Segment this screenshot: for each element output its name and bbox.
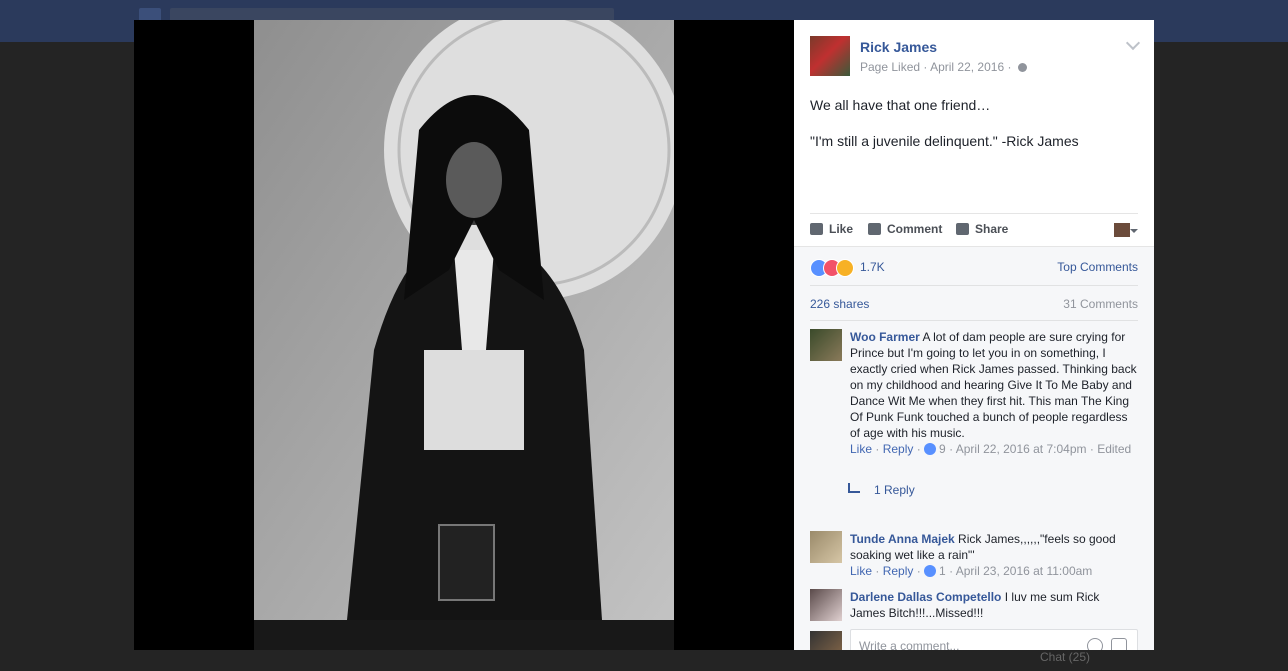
comment-item: Darlene Dallas Competello I luv me sum R… (810, 589, 1138, 625)
speech-bubble-icon (868, 223, 881, 235)
post-header: Rick James Page Liked · April 22, 2016 · (810, 35, 1141, 80)
comment-like-link[interactable]: Like (850, 442, 872, 456)
share-arrow-icon (956, 223, 969, 235)
thumbs-up-icon (810, 223, 823, 235)
view-replies-link[interactable]: 1 Reply (848, 483, 915, 497)
like-count-icon (924, 443, 937, 455)
haha-reaction-icon[interactable] (836, 259, 854, 277)
rick-james-photo-image (254, 20, 674, 650)
comment-input-placeholder: Write a comment... (859, 639, 960, 650)
reactions-row: 1.7K Top Comments (810, 259, 1138, 279)
caret-down-icon[interactable] (1130, 229, 1138, 233)
like-label: Like (829, 222, 854, 236)
commenter-name[interactable]: Darlene Dallas Competello (850, 590, 1001, 604)
comment-meta: Like · Reply · 1 · April 23, 2016 at 11:… (850, 564, 1093, 578)
commenter-name[interactable]: Tunde Anna Majek (850, 532, 955, 546)
shares-row: 226 shares 31 Comments (810, 285, 1138, 321)
comment-time[interactable]: April 23, 2016 at 11:00am (956, 564, 1093, 578)
reply-arrow-icon (848, 483, 860, 493)
photo-viewer (134, 20, 794, 650)
commenter-avatar[interactable] (810, 531, 842, 563)
comment-item: Woo Farmer A lot of dam people are sure … (810, 329, 1138, 509)
comment-text: A lot of dam people are sure crying for … (850, 330, 1137, 440)
comment-composer: Write a comment... (810, 629, 1138, 650)
comment-like-link[interactable]: Like (850, 564, 872, 578)
like-count-icon (924, 565, 937, 577)
sticker-icon[interactable] (1111, 638, 1127, 650)
share-label: Share (975, 222, 1009, 236)
comment-like-count[interactable]: 9 (939, 442, 946, 456)
viewer-avatar[interactable] (1114, 223, 1130, 237)
comment-meta: Like · Reply · 9 · April 22, 2016 at 7:0… (850, 442, 1132, 456)
globe-icon (1017, 63, 1027, 72)
comment-input[interactable]: Write a comment... (850, 629, 1138, 650)
comment-body: Darlene Dallas Competello I luv me sum R… (850, 589, 1138, 621)
commenter-name[interactable]: Woo Farmer (850, 330, 920, 344)
comment-reply-link[interactable]: Reply (883, 442, 914, 456)
emoji-icon[interactable] (1087, 638, 1103, 650)
meta-separator-2: · (1004, 60, 1015, 74)
post-meta: Page Liked · April 22, 2016 · (860, 60, 1027, 74)
page-avatar[interactable] (810, 36, 850, 76)
comment-body: Tunde Anna Majek Rick James,,,,,,"feels … (850, 531, 1138, 579)
replies-label: 1 Reply (874, 483, 915, 497)
comment-edited[interactable]: Edited (1097, 442, 1131, 456)
post-photo[interactable] (254, 20, 674, 650)
like-button[interactable]: Like (810, 222, 853, 236)
comment-time[interactable]: April 22, 2016 at 7:04pm (956, 442, 1087, 456)
reaction-count[interactable]: 1.7K (860, 260, 885, 274)
chat-sidebar-label[interactable]: Chat (25) (1040, 650, 1090, 664)
post-text-line-2: "I'm still a juvenile delinquent." -Rick… (810, 133, 1079, 149)
comment-label: Comment (887, 222, 943, 236)
post-text: We all have that one friend… "I'm still … (810, 96, 1140, 168)
post-sidebar: Rick James Page Liked · April 22, 2016 ·… (794, 20, 1154, 650)
meta-separator: · (920, 60, 931, 74)
comment-reply-link[interactable]: Reply (883, 564, 914, 578)
post-actions: Like Comment Share (810, 213, 1138, 246)
commenter-avatar[interactable] (810, 589, 842, 621)
top-comments-dropdown[interactable]: Top Comments (1057, 260, 1138, 274)
comment-like-count[interactable]: 1 (939, 564, 946, 578)
share-button[interactable]: Share (956, 222, 1008, 236)
chevron-down-icon[interactable] (1125, 35, 1141, 51)
page-liked-label: Page Liked (860, 60, 921, 74)
post-text-line-1: We all have that one friend… (810, 97, 991, 113)
comment-item: Tunde Anna Majek Rick James,,,,,,"feels … (810, 531, 1138, 583)
feedback-section: 1.7K Top Comments 226 shares 31 Comments… (794, 246, 1154, 650)
comments-count[interactable]: 31 Comments (1063, 297, 1138, 311)
post-date-link[interactable]: April 22, 2016 (930, 60, 1004, 74)
commenter-avatar[interactable] (810, 329, 842, 361)
comment-button[interactable]: Comment (868, 222, 942, 236)
shares-count[interactable]: 226 shares (810, 297, 869, 311)
current-user-avatar[interactable] (810, 631, 842, 650)
comment-body: Woo Farmer A lot of dam people are sure … (850, 329, 1138, 457)
page-name-link[interactable]: Rick James (860, 39, 937, 55)
